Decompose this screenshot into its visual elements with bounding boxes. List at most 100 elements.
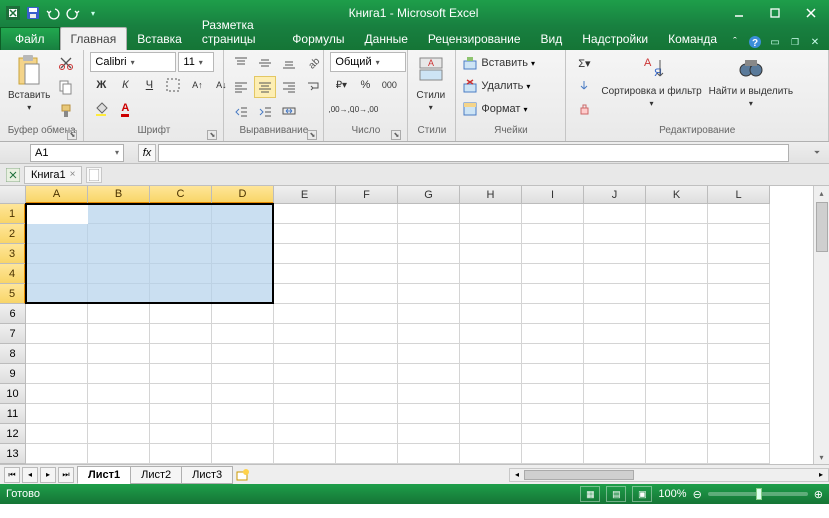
cell[interactable] [212, 364, 274, 384]
cell[interactable] [584, 384, 646, 404]
fx-button[interactable]: fx [138, 144, 156, 162]
cell[interactable] [212, 324, 274, 344]
normal-view-button[interactable]: ▦ [580, 486, 600, 502]
cell[interactable] [26, 424, 88, 444]
cell[interactable] [584, 404, 646, 424]
fill-color-button[interactable] [90, 98, 112, 120]
cell[interactable] [522, 264, 584, 284]
zoom-slider[interactable] [708, 492, 808, 496]
expand-formula-icon[interactable]: ⏷ [809, 148, 825, 158]
cell[interactable] [584, 424, 646, 444]
cell[interactable] [150, 284, 212, 304]
cell[interactable] [274, 344, 336, 364]
cell[interactable] [150, 304, 212, 324]
cell[interactable] [522, 224, 584, 244]
column-header[interactable]: F [336, 186, 398, 204]
tab-review[interactable]: Рецензирование [418, 28, 531, 50]
last-sheet-button[interactable]: ⏭ [58, 467, 74, 483]
cell[interactable] [522, 444, 584, 464]
cell[interactable] [336, 384, 398, 404]
scroll-up-icon[interactable]: ▴ [814, 186, 829, 200]
decrease-decimal-button[interactable]: ,0→,00 [354, 98, 376, 120]
horizontal-scrollbar[interactable]: ◂ ▸ [509, 468, 829, 482]
column-header[interactable]: B [88, 186, 150, 204]
cell[interactable] [274, 364, 336, 384]
insert-cells-button[interactable]: Вставить [481, 52, 528, 74]
align-left-button[interactable] [230, 76, 252, 98]
cell[interactable] [336, 444, 398, 464]
page-layout-view-button[interactable]: ▤ [606, 486, 626, 502]
cell[interactable] [88, 364, 150, 384]
cell[interactable] [584, 364, 646, 384]
ribbon-minimize-icon[interactable]: ˆ [727, 34, 743, 50]
cell[interactable] [212, 304, 274, 324]
cell[interactable] [646, 364, 708, 384]
cell[interactable] [336, 404, 398, 424]
cell[interactable] [88, 404, 150, 424]
column-header[interactable]: K [646, 186, 708, 204]
cell[interactable] [460, 344, 522, 364]
cell[interactable] [522, 424, 584, 444]
cell[interactable] [336, 324, 398, 344]
next-sheet-button[interactable]: ▸ [40, 467, 56, 483]
cell[interactable] [274, 384, 336, 404]
column-header[interactable]: L [708, 186, 770, 204]
cell[interactable] [274, 284, 336, 304]
save-icon[interactable] [24, 4, 42, 22]
styles-button[interactable]: A Стили▾ [414, 52, 447, 114]
column-header[interactable]: J [584, 186, 646, 204]
font-color-button[interactable]: A [114, 98, 136, 120]
row-header[interactable]: 2 [0, 224, 26, 244]
cell[interactable] [646, 344, 708, 364]
cell[interactable] [150, 224, 212, 244]
excel-icon[interactable] [4, 4, 22, 22]
cell[interactable] [584, 444, 646, 464]
cell[interactable] [398, 264, 460, 284]
cell[interactable] [522, 404, 584, 424]
row-header[interactable]: 6 [0, 304, 26, 324]
tab-team[interactable]: Команда [658, 28, 727, 50]
cell[interactable] [708, 404, 770, 424]
cell[interactable] [88, 384, 150, 404]
cell[interactable] [460, 264, 522, 284]
cell[interactable] [522, 284, 584, 304]
cell[interactable] [522, 344, 584, 364]
tab-view[interactable]: Вид [531, 28, 573, 50]
cell[interactable] [88, 344, 150, 364]
wrap-text-button[interactable] [302, 76, 324, 98]
bold-button[interactable]: Ж [90, 74, 112, 96]
cell[interactable] [708, 224, 770, 244]
dialog-launcher-icon[interactable]: ⬊ [67, 130, 77, 140]
tab-home[interactable]: Главная [60, 27, 128, 50]
clear-button[interactable] [572, 98, 596, 120]
window-close-icon[interactable]: ✕ [807, 34, 823, 50]
cell[interactable] [336, 424, 398, 444]
row-header[interactable]: 11 [0, 404, 26, 424]
row-header[interactable]: 9 [0, 364, 26, 384]
cell[interactable] [150, 264, 212, 284]
qat-customize-icon[interactable]: ▾ [84, 4, 102, 22]
dialog-launcher-icon[interactable]: ⬊ [207, 130, 217, 140]
cell[interactable] [460, 364, 522, 384]
cell[interactable] [646, 204, 708, 224]
workbook-tab[interactable]: Книга1× [24, 166, 82, 184]
new-sheet-button[interactable] [233, 467, 251, 483]
cell[interactable] [150, 424, 212, 444]
align-right-button[interactable] [278, 76, 300, 98]
zoom-in-button[interactable]: ⊕ [814, 488, 823, 501]
cell[interactable] [708, 384, 770, 404]
italic-button[interactable]: К [114, 74, 136, 96]
cell[interactable] [584, 284, 646, 304]
cell[interactable] [398, 304, 460, 324]
align-top-button[interactable] [230, 52, 252, 74]
cell[interactable] [336, 224, 398, 244]
autosum-button[interactable]: Σ▾ [572, 52, 596, 74]
cell[interactable] [150, 244, 212, 264]
cell[interactable] [584, 224, 646, 244]
cell[interactable] [708, 304, 770, 324]
cell[interactable] [460, 224, 522, 244]
cell[interactable] [398, 424, 460, 444]
cell[interactable] [336, 204, 398, 224]
cell[interactable] [646, 324, 708, 344]
cell[interactable] [646, 304, 708, 324]
